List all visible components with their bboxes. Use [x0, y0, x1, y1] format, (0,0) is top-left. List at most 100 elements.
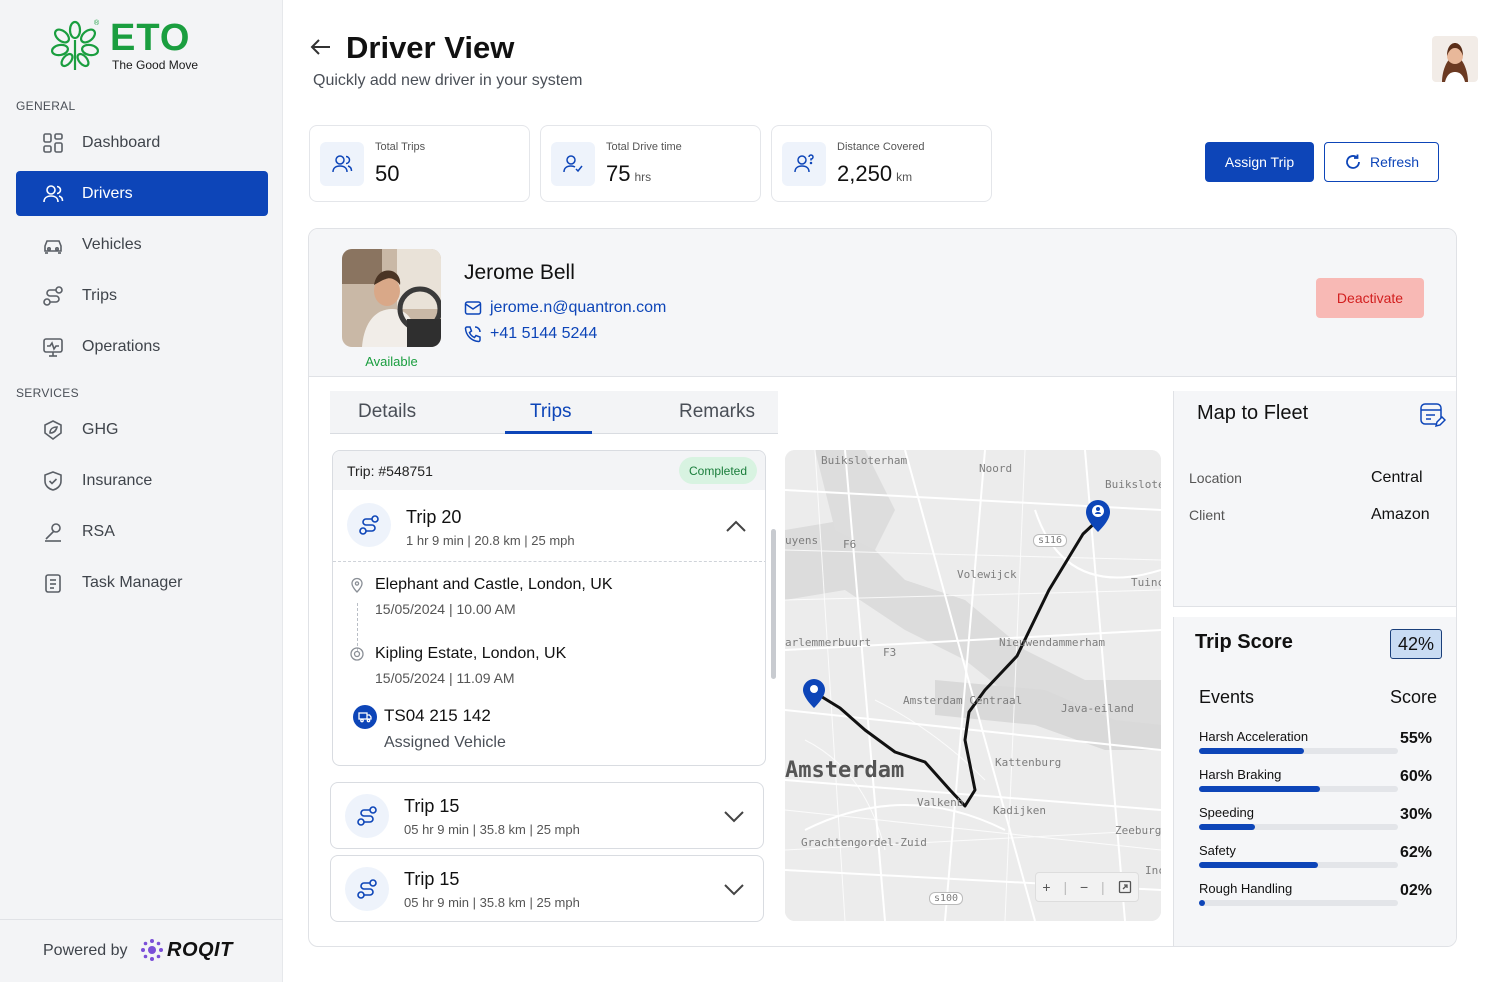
chevron-down-icon[interactable] — [723, 810, 745, 824]
driver-email[interactable]: jerome.n@quantron.com — [464, 299, 666, 317]
event-name: Speeding — [1199, 805, 1254, 820]
sidebar-item-ghg[interactable]: GHG — [16, 407, 268, 452]
sidebar-item-task-manager[interactable]: Task Manager — [16, 560, 268, 605]
trip-card-collapsed[interactable]: Trip 15 05 hr 9 min | 35.8 km | 25 mph — [330, 855, 764, 922]
map-label: Java-eiland — [1061, 702, 1134, 715]
map-label: Nieuwendammerham — [999, 636, 1105, 649]
sidebar-item-drivers[interactable]: Drivers — [16, 171, 268, 216]
stat-value: 75 hrs — [606, 161, 652, 186]
driver-status: Available — [365, 354, 418, 369]
services-section-label: SERVICES — [16, 386, 79, 400]
stat-label: Total Trips — [375, 141, 426, 153]
destination-time: 15/05/2024 | 11.09 AM — [375, 670, 515, 686]
tab-remarks[interactable]: Remarks — [679, 401, 755, 423]
route-connector — [357, 603, 358, 651]
sidebar-item-label: Trips — [82, 286, 117, 304]
sidebar-item-operations[interactable]: Operations — [16, 324, 268, 369]
driver-photo — [342, 249, 441, 347]
sidebar-item-insurance[interactable]: Insurance — [16, 458, 268, 503]
vehicle-label: Assigned Vehicle — [384, 734, 506, 751]
chevron-down-icon[interactable] — [723, 883, 745, 897]
events-header: Events — [1199, 687, 1255, 707]
route-icon — [345, 794, 389, 838]
route-icon — [42, 285, 64, 307]
trip-meta: 05 hr 9 min | 35.8 km | 25 mph — [404, 895, 580, 910]
sidebar-item-rsa[interactable]: RSA — [16, 509, 268, 554]
event-name: Harsh Acceleration — [1199, 729, 1309, 744]
driver-phone[interactable]: +41 5144 5244 — [464, 325, 597, 343]
brand-name: ETO — [110, 17, 191, 59]
roqit-mark-icon — [141, 939, 163, 961]
stat-label: Total Drive time — [606, 141, 682, 153]
trip-card-collapsed[interactable]: Trip 15 05 hr 9 min | 35.8 km | 25 mph — [330, 782, 764, 849]
event-score-bar — [1199, 900, 1398, 906]
origin-pin-icon — [351, 577, 363, 593]
trip-id: Trip: #548751 — [347, 463, 433, 479]
map-label: F3 — [883, 646, 897, 659]
event-score: 60% — [1400, 768, 1433, 785]
roqit-logo: ROQIT — [140, 938, 233, 962]
sidebar-item-dashboard[interactable]: Dashboard — [16, 120, 268, 165]
zoom-out-button[interactable]: − — [1080, 879, 1088, 895]
trip-map[interactable]: Buiksloterham Noord Buiksloterh s116 F6 … — [785, 450, 1161, 921]
fullscreen-icon[interactable] — [1118, 880, 1132, 894]
map-canvas[interactable] — [785, 450, 1161, 921]
deactivate-button[interactable]: Deactivate — [1316, 278, 1424, 318]
user-check-icon — [551, 142, 595, 186]
map-label: Kadijken — [993, 804, 1046, 817]
sidebar-item-label: Task Manager — [82, 573, 183, 591]
origin-place: Elephant and Castle, London, UK — [375, 576, 613, 593]
sidebar-item-label: Operations — [82, 337, 161, 355]
chevron-up-icon[interactable] — [725, 519, 747, 533]
back-arrow-icon[interactable] — [308, 34, 334, 60]
refresh-button[interactable]: Refresh — [1324, 142, 1439, 182]
truck-icon — [353, 705, 377, 729]
trip-score-panel: Trip Score 42% Events Score Harsh Accele… — [1173, 617, 1456, 946]
route-icon — [347, 503, 391, 547]
trips-scrollbar[interactable] — [771, 529, 776, 679]
edit-list-icon[interactable] — [1418, 401, 1446, 429]
assign-trip-button[interactable]: Assign Trip — [1205, 142, 1314, 182]
destination-place: Kipling Estate, London, UK — [375, 645, 567, 662]
stat-distance-covered: Distance Covered 2,250 km — [771, 125, 992, 202]
event-score-fill — [1199, 862, 1318, 868]
tools-icon — [42, 521, 64, 543]
trip-card-expanded[interactable]: Trip: #548751 Completed Trip 20 1 hr 9 m… — [332, 450, 766, 766]
fleet-title: Map to Fleet — [1197, 402, 1309, 424]
vehicle-number: TS04 215 142 — [384, 706, 491, 725]
divider — [333, 561, 765, 562]
map-label: uyens — [785, 534, 819, 547]
leaf-icon — [42, 419, 64, 441]
tab-details[interactable]: Details — [358, 401, 416, 423]
driver-name: Jerome Bell — [464, 261, 575, 284]
tab-trips[interactable]: Trips — [530, 401, 572, 423]
clipboard-icon — [42, 572, 64, 594]
map-city-label: Amsterdam — [785, 758, 905, 783]
general-section-label: GENERAL — [16, 99, 76, 113]
event-score-fill — [1199, 900, 1205, 906]
page-title: Driver View — [346, 30, 515, 65]
driver-panel: Available Jerome Bell jerome.n@quantron.… — [308, 228, 1457, 947]
trip-card-header: Trip: #548751 Completed — [333, 451, 765, 490]
sidebar-item-trips[interactable]: Trips — [16, 273, 268, 318]
map-label: Volewijck — [957, 568, 1017, 581]
map-label: Valkenb — [917, 796, 964, 809]
zoom-in-button[interactable]: + — [1042, 879, 1050, 895]
grid-icon — [42, 132, 64, 154]
road-sign: s116 — [1033, 534, 1068, 547]
sidebar-item-label: GHG — [82, 420, 119, 438]
brand-tagline: The Good Move — [112, 58, 199, 72]
active-tab-indicator — [505, 431, 592, 434]
map-ctrl-divider: | — [1101, 879, 1105, 895]
trip-score-value: 42% — [1390, 629, 1442, 659]
origin-time: 15/05/2024 | 10.00 AM — [375, 601, 516, 617]
user-avatar[interactable] — [1432, 36, 1478, 82]
map-label: arlemmerbuurt — [785, 636, 872, 649]
page-subtitle: Quickly add new driver in your system — [313, 72, 583, 89]
eto-logo[interactable]: ® ETO The Good Move — [50, 18, 210, 74]
event-score: 02% — [1400, 882, 1433, 899]
stat-total-drive-time: Total Drive time 75 hrs — [540, 125, 761, 202]
sidebar: ® ETO The Good Move GENERAL Dashboard Dr… — [0, 0, 283, 982]
stat-label: Distance Covered — [837, 141, 925, 153]
sidebar-item-vehicles[interactable]: Vehicles — [16, 222, 268, 267]
